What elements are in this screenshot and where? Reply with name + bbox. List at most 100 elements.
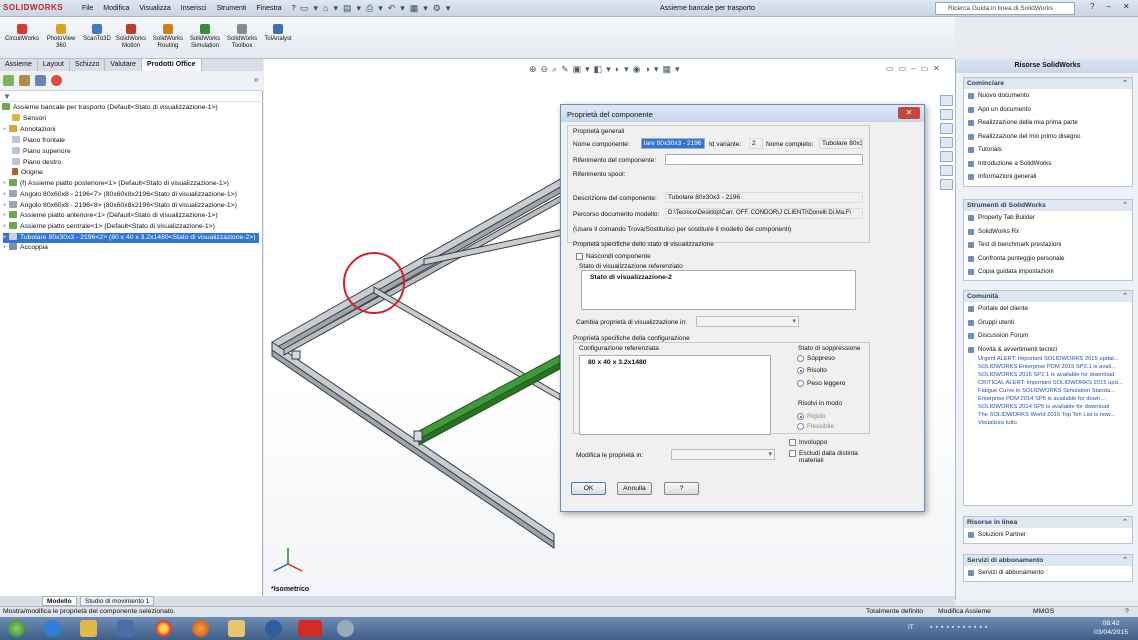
envelope-checkbox[interactable]: [789, 439, 796, 446]
link-servizi-abbonamento[interactable]: Servizi di abbonamento: [964, 566, 1132, 580]
cmd-tolanalyst[interactable]: TolAnalyst: [258, 24, 298, 43]
link-nuovo-documento[interactable]: Nuovo documento: [964, 89, 1132, 103]
close-icon[interactable]: ✕: [1123, 2, 1130, 11]
tree-item-annotazioni[interactable]: + Annotazioni: [3, 125, 56, 135]
property-manager-icon[interactable]: [19, 75, 30, 86]
link-confronta-punteggio[interactable]: Confronta punteggio personale: [964, 252, 1132, 266]
help-button[interactable]: ?: [664, 482, 699, 495]
tree-item-origine[interactable]: Origine: [12, 168, 43, 178]
display-state-list[interactable]: Stato di visualizzazione-2: [581, 270, 856, 310]
link-tutorials[interactable]: Tutorials: [964, 143, 1132, 157]
menu-help[interactable]: ?: [292, 5, 296, 12]
chrome-icon[interactable]: [155, 620, 172, 637]
link-benchmark[interactable]: Test di benchmark prestazioni: [964, 238, 1132, 252]
tree-root[interactable]: Assieme bancale per trasporto (Default<S…: [2, 103, 218, 113]
quick-access-toolbar[interactable]: ▭▾⌂▾▤▾⎙▾↶▾▦▾⚙▾: [300, 3, 455, 14]
config-item[interactable]: 80 x 40 x 3.2x1480: [588, 359, 647, 366]
expand-icon[interactable]: »: [254, 75, 258, 84]
ok-button[interactable]: OK: [571, 482, 606, 495]
tab-prodotti-office[interactable]: Prodotti Office: [141, 59, 202, 71]
firefox-icon[interactable]: [192, 620, 209, 637]
help-icon[interactable]: ?: [1090, 2, 1094, 11]
folder-tab-icon[interactable]: [940, 137, 953, 148]
library-tab-icon[interactable]: [940, 123, 953, 134]
news-item[interactable]: The SOLIDWORKS World 2015 Top Ten List i…: [964, 412, 1132, 419]
beam-left[interactable]: [271, 176, 565, 351]
exclude-bom-checkbox[interactable]: [789, 450, 796, 457]
cmd-motion[interactable]: SolidWorks Motion: [111, 24, 151, 50]
rigid-radio[interactable]: [797, 413, 804, 420]
menu-file[interactable]: File: [82, 5, 93, 12]
configuration-manager-icon[interactable]: [35, 75, 46, 86]
lightweight-radio[interactable]: [797, 380, 804, 387]
search-input[interactable]: Ricerca Guida in linea di SolidWorks: [935, 2, 1075, 15]
section-header[interactable]: Strumenti di SolidWorks: [964, 200, 1132, 211]
section-header[interactable]: Risorse in linea: [964, 517, 1132, 528]
language-indicator[interactable]: IT: [908, 624, 914, 631]
folder-icon[interactable]: [228, 620, 245, 637]
file-explorer-icon[interactable]: [80, 620, 97, 637]
app-icon[interactable]: [265, 620, 282, 637]
section-header[interactable]: Cominciare: [964, 78, 1132, 89]
link-introduzione[interactable]: Introduzione a SolidWorks: [964, 157, 1132, 171]
link-gruppi-utenti[interactable]: Gruppi utenti: [964, 316, 1132, 330]
config-list[interactable]: 80 x 40 x 3.2x1480: [579, 355, 771, 435]
tree-item-piatto-anteriore[interactable]: + Assieme piatto anteriore<1> (Default<St…: [3, 211, 218, 221]
news-item[interactable]: SOLIDWORKS Enterprise PDM 2015 SP2.1 is …: [964, 364, 1132, 371]
media-player-icon[interactable]: [117, 620, 134, 637]
internet-explorer-icon[interactable]: [44, 620, 61, 637]
view-palette-tab-icon[interactable]: [940, 151, 953, 162]
tree-item-angolo-8[interactable]: + Angolo 80x60x8 - 2196<8> (80x60x8x2196<…: [3, 201, 237, 211]
tree-item-sensori[interactable]: Sensori: [12, 114, 46, 124]
menu-inserisci[interactable]: Inserisci: [181, 5, 207, 12]
link-novita[interactable]: Novità & avvertimenti tecnici: [964, 343, 1132, 357]
tree-item-piano-frontale[interactable]: Piano frontale: [12, 136, 65, 146]
feature-tree-icon[interactable]: [3, 75, 14, 86]
link-solidworks-rx[interactable]: SolidWorks Rx: [964, 225, 1132, 239]
start-button-icon[interactable]: [8, 620, 25, 637]
link-soluzioni-partner[interactable]: Soluzioni Partner: [964, 528, 1132, 542]
news-item[interactable]: SOLIDWORKS 2015 SP2.1 is available for d…: [964, 372, 1132, 379]
system-tray-icons[interactable]: ▪▪▪▪▪▪▪▪▪▪▪: [930, 624, 990, 631]
menu-finestra[interactable]: Finestra: [256, 5, 281, 12]
menu-strumenti[interactable]: Strumenti: [216, 5, 246, 12]
link-prima-parte[interactable]: Realizzazione della mia prima parte: [964, 116, 1132, 130]
link-discussion-forum[interactable]: Discussion Forum: [964, 329, 1132, 343]
menu-modifica[interactable]: Modifica: [103, 5, 129, 12]
tree-item-tubolare-selected[interactable]: + Tubolare 80x30x3 - 2196<2> (80 x 40 x 3…: [3, 233, 259, 243]
change-display-dropdown[interactable]: [696, 316, 799, 327]
component-name-field[interactable]: lare 80x30x3 - 2196: [641, 138, 705, 149]
link-apri-documento[interactable]: Apri un documento: [964, 103, 1132, 117]
news-item[interactable]: Urgent ALERT: Important SOLIDWORKS 2015 …: [964, 356, 1132, 363]
link-portale-cliente[interactable]: Portale del cliente: [964, 302, 1132, 316]
status-help-icon[interactable]: ?: [1125, 608, 1129, 615]
component-reference-field[interactable]: [665, 154, 863, 165]
appearances-tab-icon[interactable]: [940, 165, 953, 176]
tab-valutare[interactable]: Valutare: [105, 59, 142, 71]
minimize-icon[interactable]: –: [1106, 2, 1110, 11]
link-copia-guidata[interactable]: Copia guidata impostazioni: [964, 265, 1132, 279]
tree-item-piano-destro[interactable]: Piano destro: [12, 158, 61, 168]
section-header[interactable]: Servizi di abbonamento: [964, 555, 1132, 566]
status-units[interactable]: MMGS: [1033, 608, 1054, 615]
section-header[interactable]: Comunità: [964, 291, 1132, 302]
tree-item-accoppia[interactable]: + Accoppia: [3, 243, 48, 253]
flexible-radio[interactable]: [797, 423, 804, 430]
hide-component-checkbox[interactable]: [576, 253, 583, 260]
tab-studio-movimento[interactable]: Studio di movimento 1: [80, 596, 155, 606]
view-all-link[interactable]: Visualizza tutto: [964, 420, 1132, 427]
close-icon[interactable]: ✕: [898, 107, 920, 119]
tab-schizzo[interactable]: Schizzo: [70, 59, 106, 71]
display-manager-icon[interactable]: [51, 75, 62, 86]
beam-inner[interactable]: [283, 193, 565, 356]
tree-item-piatto-posteriore[interactable]: + (f) Assieme piatto posteriore<1> (Defau…: [3, 179, 229, 189]
custom-properties-tab-icon[interactable]: [940, 179, 953, 190]
home-tab-icon[interactable]: [940, 109, 953, 120]
suppressed-radio[interactable]: [797, 355, 804, 362]
clock[interactable]: 08:42 03/04/2015: [1094, 619, 1128, 637]
resources-tab-icon[interactable]: [940, 95, 953, 106]
tab-layout[interactable]: Layout: [38, 59, 70, 71]
tab-modello[interactable]: Modello: [42, 596, 77, 606]
cmd-simulation[interactable]: SolidWorks Simulation: [185, 24, 225, 50]
tree-item-piatto-centrale[interactable]: + Assieme piatto centrale<1> (Default<Sta…: [3, 222, 215, 232]
